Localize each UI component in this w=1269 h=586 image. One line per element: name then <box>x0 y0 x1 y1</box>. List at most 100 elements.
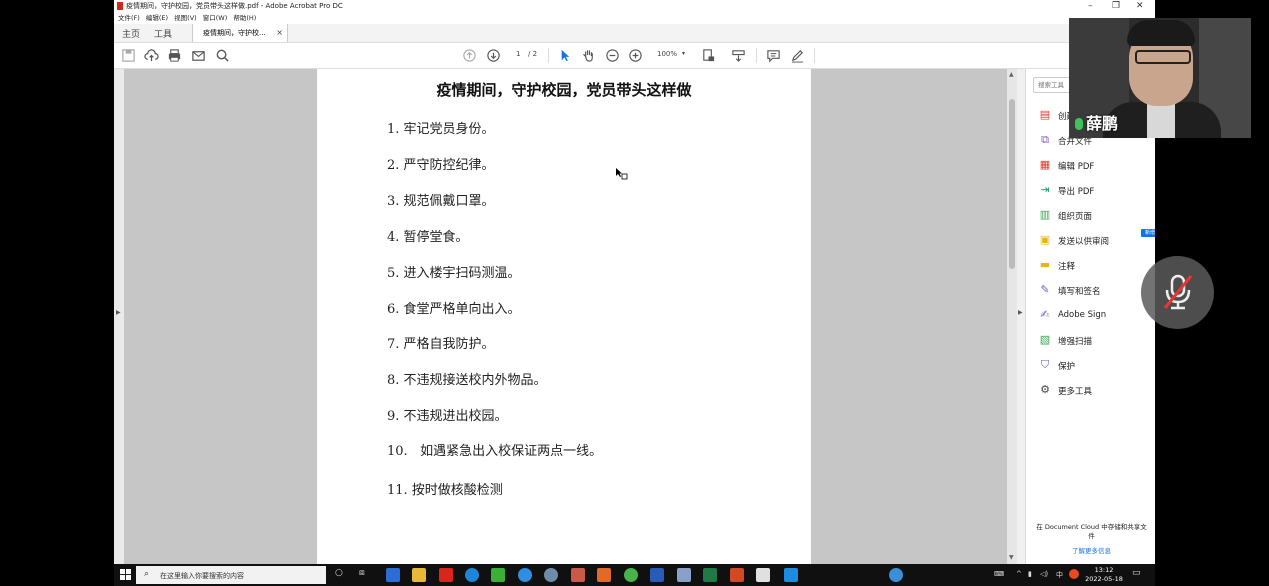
tool-edit-pdf[interactable]: ▦ 编辑 PDF <box>1039 159 1151 173</box>
hand-tool-icon[interactable] <box>581 48 596 63</box>
upload-cloud-icon[interactable] <box>144 48 159 63</box>
menu-view[interactable]: 视图(V) <box>174 14 197 22</box>
tool-fill-sign[interactable]: ✎ 填写和签名 <box>1039 284 1151 298</box>
windows-start-icon[interactable] <box>120 569 131 580</box>
mic-active-icon <box>1075 118 1083 130</box>
list-item: 4. 暂停堂食。 <box>387 230 469 245</box>
tool-label: 组织页面 <box>1058 212 1093 222</box>
list-item: 9. 不违规进出校园。 <box>387 409 508 424</box>
cortana-icon[interactable]: ○ <box>335 568 343 578</box>
keyboard-icon[interactable]: ⌨ <box>994 570 1004 578</box>
tool-enhance-scans[interactable]: ▧ 增强扫描 <box>1039 334 1151 348</box>
tool-adobe-sign[interactable]: ✍ Adobe Sign <box>1039 309 1151 323</box>
tool-comment[interactable]: ▬ 注释 <box>1039 259 1151 273</box>
learn-more-link[interactable]: 了解更多信息 <box>1034 545 1149 555</box>
tool-label: Adobe Sign <box>1058 310 1107 320</box>
tab-document[interactable]: 疫情期间，守护校... × <box>192 24 288 42</box>
webcam-person-glasses <box>1135 50 1191 64</box>
file-explorer-icon[interactable] <box>412 568 426 582</box>
tool-more-tools[interactable]: ⚙ 更多工具 <box>1039 384 1151 398</box>
list-item: 1. 牢记党员身份。 <box>387 122 495 137</box>
taskbar-app-icon[interactable] <box>677 568 691 582</box>
taskbar-app-icon[interactable] <box>518 568 532 582</box>
minimize-button[interactable]: – <box>1088 0 1093 12</box>
print-icon[interactable] <box>167 48 182 63</box>
select-cursor-icon[interactable] <box>557 48 572 63</box>
taskbar-app-icon[interactable] <box>571 568 585 582</box>
fit-page-icon[interactable] <box>701 48 716 63</box>
tool-label: 更多工具 <box>1058 387 1093 397</box>
webcam-overlay: 薛鹏 <box>1069 18 1251 138</box>
email-icon[interactable] <box>191 48 206 63</box>
menu-help[interactable]: 帮助(H) <box>233 14 256 22</box>
read-mode-icon[interactable] <box>731 48 746 63</box>
pen-sign-icon[interactable] <box>790 48 805 63</box>
acrobat-window: 疫情期间，守护校园，党员带头这样做.pdf - Adobe Acrobat Pr… <box>114 0 1155 564</box>
menu-window[interactable]: 窗口(W) <box>203 14 228 22</box>
tool-export-pdf[interactable]: ⇥ 导出 PDF <box>1039 184 1151 198</box>
tool-label: 填写和签名 <box>1058 287 1101 297</box>
taskbar-clock[interactable]: 13:12 2022-05-18 <box>1084 566 1124 584</box>
taskbar-app-icon[interactable] <box>597 568 611 582</box>
tool-protect[interactable]: ⛉ 保护 <box>1039 359 1151 373</box>
document-title: 疫情期间，守护校园，党员带头这样做 <box>436 81 692 99</box>
taskbar-app-icon[interactable] <box>386 568 400 582</box>
word-icon[interactable] <box>650 568 664 582</box>
tool-label: 导出 PDF <box>1058 187 1095 197</box>
task-view-icon[interactable]: ⧈ <box>359 568 365 578</box>
scrollbar-thumb[interactable] <box>1009 99 1015 269</box>
tools-pane: ▤创建 PDF ⧉合并文件 ▦编辑 PDF ⇥导出 PDF ▥组织页面 ▣发送以… <box>1025 69 1155 564</box>
tab-home[interactable]: 主页 <box>122 27 140 40</box>
ime-indicator[interactable]: 中 <box>1056 570 1063 580</box>
taskbar-search-box[interactable]: ⌕ 在这里输入你要搜索的内容 <box>136 566 326 584</box>
zoom-level-select[interactable]: 100% <box>657 50 677 58</box>
taskbar-app-icon[interactable] <box>624 568 638 582</box>
scroll-up-icon[interactable]: ▲ <box>1009 71 1014 78</box>
wechat-icon[interactable] <box>491 568 505 582</box>
send-review-icon: ▣ <box>1039 233 1051 246</box>
search-icon[interactable] <box>215 48 230 63</box>
tool-label: 编辑 PDF <box>1058 162 1095 172</box>
zoom-dropdown-chevron-icon[interactable]: ▾ <box>682 50 685 57</box>
tool-organize-pages[interactable]: ▥ 组织页面 <box>1039 209 1151 223</box>
close-window-button[interactable]: ✕ <box>1136 0 1144 12</box>
toolbar-divider <box>756 48 757 63</box>
taskbar-tray-app-icon[interactable] <box>1069 569 1079 579</box>
previous-page-icon[interactable] <box>462 48 477 63</box>
zoom-out-icon[interactable] <box>605 48 620 63</box>
combine-files-icon: ⧉ <box>1041 133 1049 146</box>
taskbar-app-icon[interactable] <box>889 568 903 582</box>
list-item: 6. 食堂严格单向出入。 <box>387 302 521 317</box>
powerpoint-icon[interactable] <box>730 568 744 582</box>
menu-edit[interactable]: 编辑(E) <box>146 14 168 22</box>
taskbar-app-icon[interactable] <box>439 568 453 582</box>
taskbar-app-icon[interactable] <box>784 568 798 582</box>
tray-chevron-icon[interactable]: ^ <box>1016 570 1022 578</box>
mute-button[interactable] <box>1141 256 1214 329</box>
document-view[interactable]: 疫情期间，守护校园，党员带头这样做 1. 牢记党员身份。 2. 严守防控纪律。 … <box>124 69 1007 564</box>
taskbar-app-icon[interactable] <box>544 568 558 582</box>
notification-center-icon[interactable]: ▭ <box>1132 568 1141 578</box>
acrobat-taskbar-icon[interactable] <box>756 568 770 582</box>
page-number-input[interactable]: 1 <box>516 50 520 58</box>
tool-send-for-review[interactable]: ▣ 发送以供审阅 <box>1039 234 1151 248</box>
close-tab-icon[interactable]: × <box>276 24 283 42</box>
scroll-down-icon[interactable]: ▼ <box>1009 554 1014 561</box>
zoom-in-icon[interactable] <box>628 48 643 63</box>
list-item: 3. 规范佩戴口罩。 <box>387 194 495 209</box>
right-panel-toggle[interactable]: ▶ <box>1017 69 1025 564</box>
vertical-scrollbar[interactable]: ▲ ▼ <box>1007 69 1017 564</box>
menu-file[interactable]: 文件(F) <box>118 14 140 22</box>
excel-icon[interactable] <box>703 568 717 582</box>
comment-icon[interactable] <box>766 48 781 63</box>
save-icon[interactable] <box>121 48 136 63</box>
volume-icon[interactable]: ◁) <box>1040 570 1048 578</box>
mouse-cursor-icon <box>616 168 628 180</box>
restore-button[interactable]: ❐ <box>1112 0 1120 12</box>
toolbar: 1 / 2 100% ▾ <box>114 43 1155 69</box>
tab-tools[interactable]: 工具 <box>154 27 172 40</box>
edge-browser-icon[interactable] <box>465 568 479 582</box>
next-page-icon[interactable] <box>486 48 501 63</box>
list-item: 5. 进入楼宇扫码测温。 <box>387 266 521 281</box>
network-icon[interactable]: ▮ <box>1028 570 1032 578</box>
